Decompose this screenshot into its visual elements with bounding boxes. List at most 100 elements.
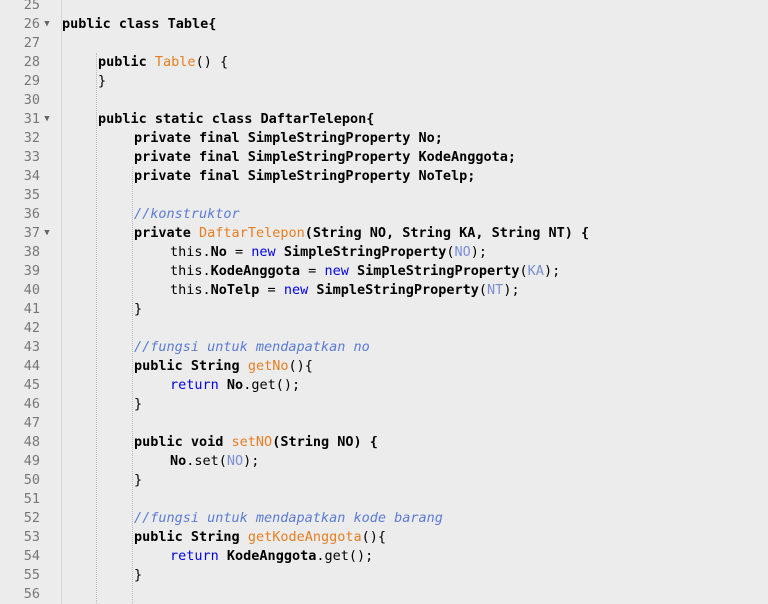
code-line[interactable]: //fungsi untuk mendapatkan no <box>134 338 370 357</box>
line-number: 54 <box>23 548 40 564</box>
line-number: 56 <box>23 586 40 602</box>
code-token: NO <box>226 453 244 469</box>
code-token: () { <box>195 54 229 70</box>
code-line[interactable]: this.KodeAnggota = new SimpleStringPrope… <box>170 262 560 281</box>
code-token: NT <box>487 282 504 298</box>
code-line[interactable]: public static class DaftarTelepon{ <box>98 110 374 129</box>
line-number: 43 <box>23 339 40 355</box>
line-number: 39 <box>23 263 40 279</box>
line-number: 47 <box>23 415 40 431</box>
code-token: SimpleStringProperty <box>316 282 479 298</box>
code-line[interactable]: return KodeAnggota.get(); <box>170 547 373 566</box>
code-token: } <box>134 396 143 412</box>
line-number: 49 <box>23 453 40 469</box>
code-token: = <box>226 244 252 260</box>
code-line[interactable]: } <box>134 395 142 414</box>
code-token: getKodeAnggota <box>247 529 362 545</box>
code-token: No <box>226 377 244 393</box>
line-number: 38 <box>23 244 40 260</box>
code-token: ); <box>470 244 488 260</box>
code-token: getNo <box>247 358 289 374</box>
code-token: } <box>134 567 143 583</box>
code-token: //konstruktor <box>134 206 240 222</box>
code-token: SimpleStringProperty <box>356 263 520 279</box>
code-line[interactable]: private final SimpleStringProperty KodeA… <box>134 148 516 167</box>
line-number: 28 <box>23 54 40 70</box>
fold-arrow-icon[interactable]: ▼ <box>42 15 52 34</box>
line-number: 53 <box>23 529 40 545</box>
line-number: 41 <box>23 301 40 317</box>
code-line[interactable]: this.No = new SimpleStringProperty(NO); <box>170 243 487 262</box>
code-token: this. <box>170 244 211 260</box>
line-number: 34 <box>23 168 40 184</box>
line-number: 50 <box>23 472 40 488</box>
code-token: private final SimpleStringProperty KodeA… <box>134 149 517 165</box>
code-line[interactable]: } <box>98 72 106 91</box>
code-token: } <box>134 301 143 317</box>
code-token: = <box>300 263 325 279</box>
code-token: public class Table{ <box>62 16 217 32</box>
code-token: (String NO) { <box>272 434 378 450</box>
code-line[interactable]: private DaftarTelepon(String NO, String … <box>134 224 589 243</box>
code-line[interactable]: No.set(NO); <box>170 452 259 471</box>
code-token: } <box>98 73 107 89</box>
code-token: new <box>324 263 349 279</box>
code-line[interactable]: public Table() { <box>98 53 228 72</box>
code-token: //fungsi untuk mendapatkan kode barang <box>134 510 443 526</box>
code-token: KA <box>527 263 544 279</box>
code-line[interactable]: } <box>134 300 142 319</box>
indent-guide <box>132 167 133 604</box>
line-number: 46 <box>23 396 40 412</box>
code-token: new <box>251 244 276 260</box>
code-token: setNO <box>231 434 273 450</box>
line-number: 26 <box>23 16 40 32</box>
code-token: this. <box>170 282 211 298</box>
indent-guide <box>96 53 97 604</box>
line-number: 40 <box>23 282 40 298</box>
code-line[interactable]: public String getKodeAnggota(){ <box>134 528 386 547</box>
code-line[interactable]: return No.get(); <box>170 376 300 395</box>
code-token: public void <box>134 434 224 450</box>
code-token: = <box>259 282 284 298</box>
fold-arrow-icon[interactable]: ▼ <box>42 110 52 129</box>
code-line[interactable]: public void setNO(String NO) { <box>134 433 378 452</box>
code-token: No <box>170 453 187 469</box>
code-token: //fungsi untuk mendapatkan no <box>134 339 370 355</box>
line-number-gutter: 25 26 ▼ 27 28 29 30 31 ▼ 32 33 34 35 36 37 ▼ 38 39 40 41 42 4… <box>0 0 62 604</box>
code-line[interactable]: } <box>134 471 142 490</box>
code-token: ); <box>243 453 260 469</box>
code-token: ( <box>478 282 488 298</box>
line-number: 37 <box>23 225 40 241</box>
code-line[interactable]: //fungsi untuk mendapatkan kode barang <box>134 509 443 528</box>
code-token: (){ <box>361 529 386 545</box>
code-token: Table <box>154 54 196 70</box>
code-token: .get(); <box>243 377 301 393</box>
code-editor[interactable]: 25 26 ▼ 27 28 29 30 31 ▼ 32 33 34 35 36 37 ▼ 38 39 40 41 42 4… <box>0 0 768 604</box>
code-line[interactable]: private final SimpleStringProperty No; <box>134 129 443 148</box>
fold-arrow-icon[interactable]: ▼ <box>42 224 52 243</box>
code-area[interactable]: public class Table{ public Table() {} publ… <box>62 0 768 604</box>
code-line[interactable]: public class Table{ <box>62 15 216 34</box>
code-token: } <box>134 472 143 488</box>
line-number: 51 <box>23 491 40 507</box>
code-token: public String <box>134 529 240 545</box>
code-token: NoTelp <box>210 282 260 298</box>
code-line[interactable]: private final SimpleStringProperty NoTel… <box>134 167 475 186</box>
code-line[interactable]: this.NoTelp = new SimpleStringProperty(N… <box>170 281 520 300</box>
code-line[interactable]: //konstruktor <box>134 205 240 224</box>
code-token: NO <box>454 244 471 260</box>
code-token: this. <box>170 263 211 279</box>
line-number: 55 <box>23 567 40 583</box>
code-token: private <box>134 225 191 241</box>
code-line[interactable]: } <box>134 566 142 585</box>
code-line[interactable]: public String getNo(){ <box>134 357 313 376</box>
line-number: 27 <box>23 35 40 51</box>
code-token: No <box>210 244 227 260</box>
line-number: 48 <box>23 434 40 450</box>
